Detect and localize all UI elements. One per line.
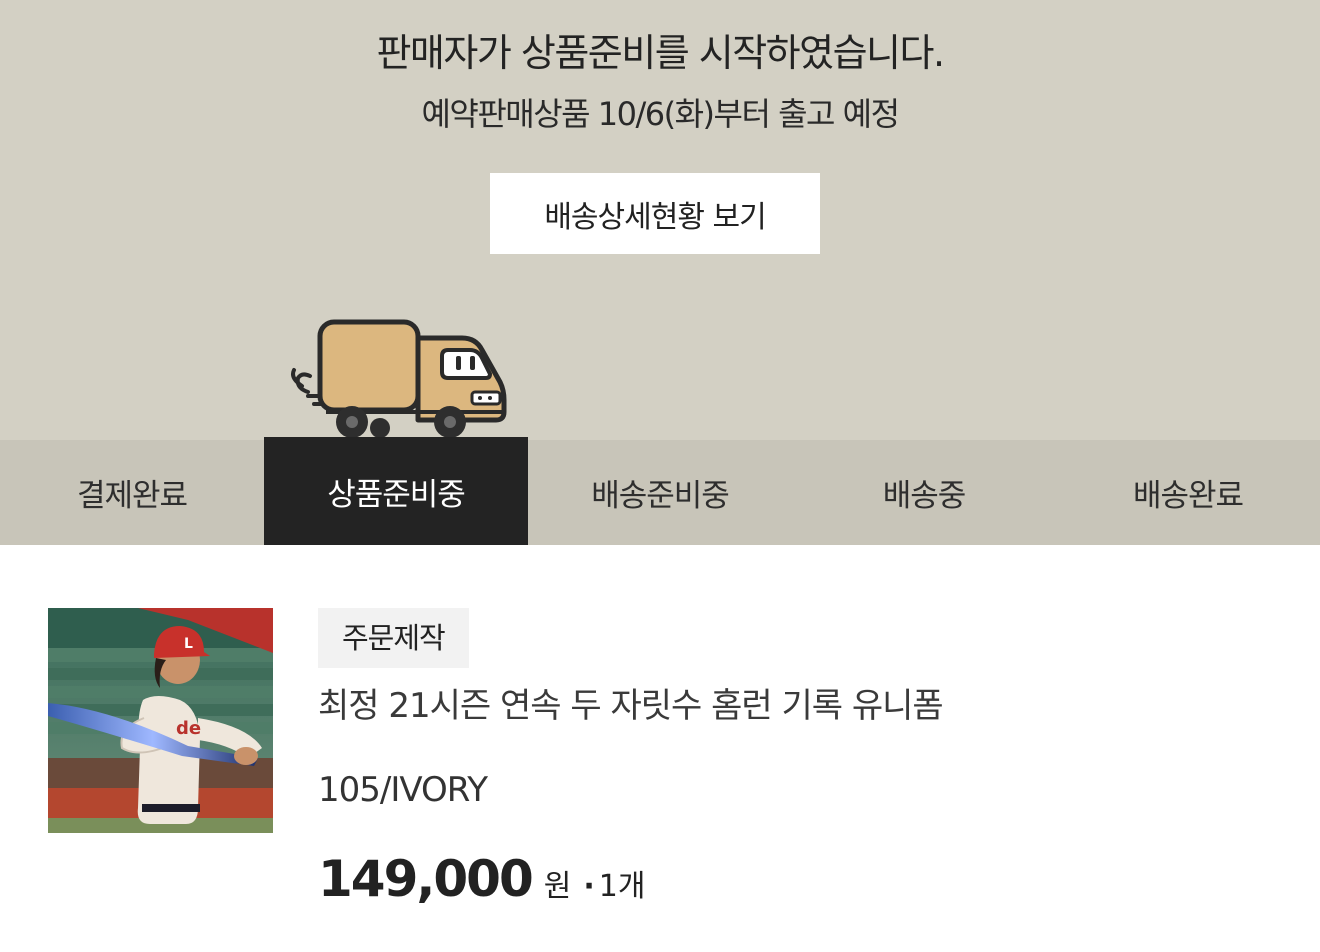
step-delivered: 배송완료 xyxy=(1132,478,1244,514)
shipping-schedule-notice: 예약판매상품 10/6(화)부터 출고 예정 xyxy=(421,95,900,133)
product-price: 149,000 xyxy=(318,850,534,908)
product-quantity: 1개 xyxy=(598,869,646,904)
currency-unit: 원 xyxy=(543,869,572,904)
price-row: 149,000 원 · 1개 xyxy=(318,850,645,908)
step-preparing-shipment: 배송준비중 xyxy=(591,478,730,514)
delivery-truck-icon xyxy=(291,319,507,438)
made-to-order-badge: 주문제작 xyxy=(318,608,469,668)
order-item: de L 주문제작 최정 21시즌 연속 두 자릿수 홈런 기록 유니폼 105… xyxy=(0,545,1320,952)
product-option: 105/IVORY xyxy=(318,770,488,810)
svg-text:L: L xyxy=(184,636,193,652)
product-name[interactable]: 최정 21시즌 연속 두 자릿수 홈런 기록 유니폼 xyxy=(318,681,944,731)
step-in-transit: 배송중 xyxy=(882,478,967,514)
svg-text:de: de xyxy=(176,718,201,739)
baseball-player-photo: de L xyxy=(48,608,273,833)
price-separator: · xyxy=(583,869,595,904)
step-preparing-product: 상품준비중 xyxy=(264,437,528,545)
step-payment-complete: 결제완료 xyxy=(76,478,188,514)
delivery-detail-button[interactable]: 배송상세현황 보기 xyxy=(490,173,820,254)
order-progress-steps: 결제완료 상품준비중 배송준비중 배송중 배송완료 xyxy=(0,437,1320,545)
status-title: 판매자가 상품준비를 시작하였습니다. xyxy=(376,31,945,75)
order-status-hero: 판매자가 상품준비를 시작하였습니다. 예약판매상품 10/6(화)부터 출고 … xyxy=(0,0,1320,440)
product-thumbnail[interactable]: de L xyxy=(48,608,273,833)
